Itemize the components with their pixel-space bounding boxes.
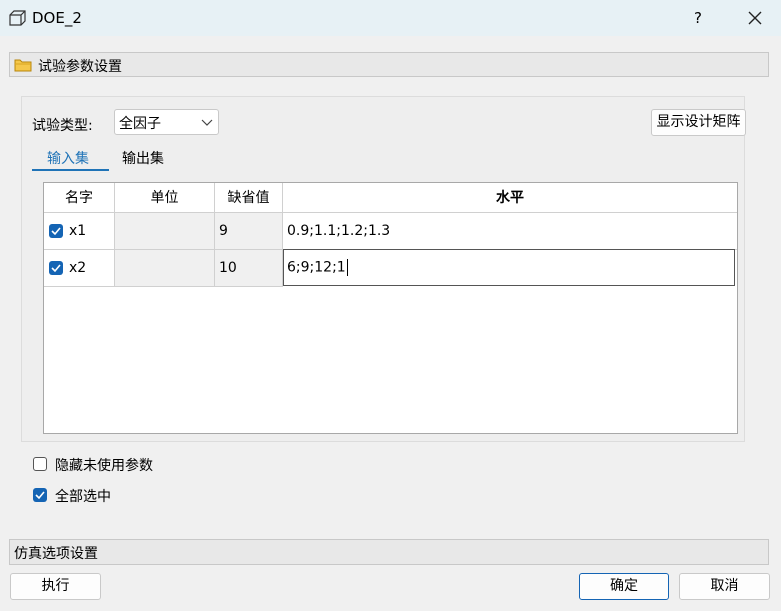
active-tab-indicator	[32, 169, 109, 171]
column-header-level[interactable]: 水平	[283, 183, 737, 213]
unit-cell[interactable]	[115, 250, 215, 287]
default-cell[interactable]: 10	[215, 250, 283, 287]
level-cell[interactable]: 0.9;1.1;1.2;1.3	[283, 213, 737, 250]
level-edit-value: 6;9;12;1	[287, 259, 346, 276]
experiment-section-title: 试验参数设置	[38, 59, 122, 75]
tab-output-set[interactable]: 输出集	[122, 148, 164, 168]
help-button[interactable]: ?	[684, 4, 712, 32]
simulation-section-header[interactable]: 仿真选项设置	[9, 539, 769, 565]
experiment-type-value: 全因子	[119, 116, 161, 132]
hide-unused-label[interactable]: 隐藏未使用参数	[55, 455, 153, 475]
close-icon	[748, 11, 762, 25]
column-header-name[interactable]: 名字	[44, 183, 115, 213]
column-header-default[interactable]: 缺省值	[215, 183, 283, 213]
title-bar: DOE_2 ?	[0, 0, 781, 36]
folder-icon	[14, 59, 32, 72]
param-name: x2	[69, 260, 87, 276]
row-name-cell[interactable]: x1	[44, 213, 115, 250]
select-all-label[interactable]: 全部选中	[55, 486, 111, 506]
window-title: DOE_2	[32, 9, 82, 27]
show-design-matrix-button[interactable]: 显示设计矩阵	[651, 109, 746, 136]
close-button[interactable]	[741, 4, 769, 32]
column-header-unit[interactable]: 单位	[115, 183, 215, 213]
run-button[interactable]: 执行	[10, 573, 101, 600]
checkmark-icon	[35, 491, 45, 500]
param-name: x1	[69, 223, 87, 239]
experiment-type-select[interactable]: 全因子	[114, 109, 219, 135]
checkmark-icon	[51, 264, 61, 273]
cancel-button[interactable]: 取消	[679, 573, 770, 600]
hide-unused-checkbox[interactable]	[33, 457, 47, 471]
row-name-cell[interactable]: x2	[44, 250, 115, 287]
checkmark-icon	[51, 227, 61, 236]
simulation-section-title: 仿真选项设置	[14, 546, 98, 562]
ok-button[interactable]: 确定	[579, 573, 669, 600]
default-cell[interactable]: 9	[215, 213, 283, 250]
level-edit-field[interactable]: 6;9;12;1	[283, 249, 735, 286]
parameter-table[interactable]: 名字 单位 缺省值 水平 x1 9 0.9;1.1;1.2;1.3 x2 10 …	[43, 182, 738, 434]
experiment-section-header[interactable]: 试验参数设置	[9, 52, 769, 77]
row-checkbox[interactable]	[49, 261, 63, 275]
row-checkbox[interactable]	[49, 224, 63, 238]
experiment-type-label: 试验类型:	[32, 118, 93, 134]
chevron-down-icon	[201, 119, 213, 126]
unit-cell[interactable]	[115, 213, 215, 250]
text-caret	[346, 259, 348, 276]
select-all-checkbox[interactable]	[33, 488, 47, 502]
cube-app-icon	[9, 10, 26, 26]
tab-input-set[interactable]: 输入集	[47, 148, 89, 168]
